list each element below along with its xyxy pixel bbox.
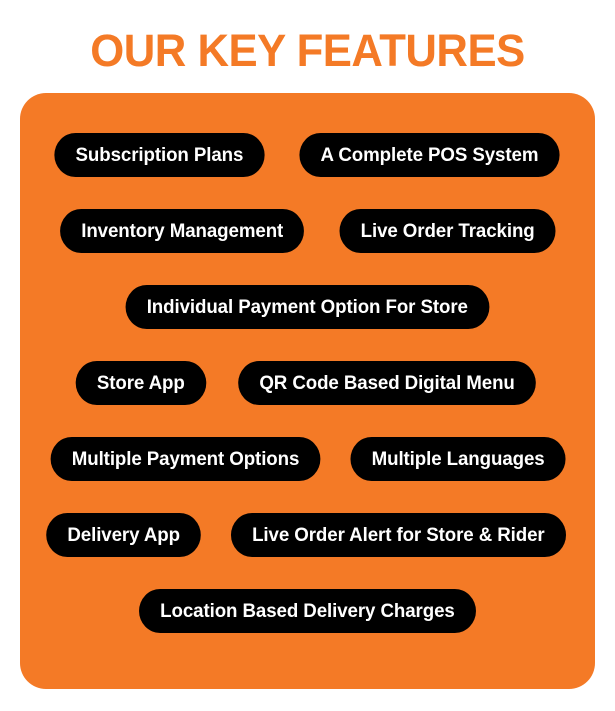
features-panel: Subscription Plans A Complete POS System… <box>20 93 595 689</box>
feature-pill-location-based-delivery-charges[interactable]: Location Based Delivery Charges <box>139 589 476 633</box>
features-row-6: Delivery App Live Order Alert for Store … <box>20 513 595 557</box>
feature-pill-qr-code-based-digital-menu[interactable]: QR Code Based Digital Menu <box>238 361 537 405</box>
features-row-1: Subscription Plans A Complete POS System <box>20 133 595 177</box>
features-row-4: Store App QR Code Based Digital Menu <box>20 361 595 405</box>
page-title: OUR KEY FEATURES <box>90 25 525 76</box>
key-features-graphic: OUR KEY FEATURES Subscription Plans A Co… <box>0 0 615 711</box>
feature-pill-delivery-app[interactable]: Delivery App <box>45 513 201 557</box>
feature-pill-store-app[interactable]: Store App <box>75 361 206 405</box>
features-row-7: Location Based Delivery Charges <box>20 589 595 633</box>
feature-pill-multiple-payment-options[interactable]: Multiple Payment Options <box>50 437 321 481</box>
feature-pill-live-order-alert-for-store-and-rider[interactable]: Live Order Alert for Store & Rider <box>230 513 566 557</box>
features-row-2: Inventory Management Live Order Tracking <box>20 209 595 253</box>
features-row-3: Individual Payment Option For Store <box>20 285 595 329</box>
feature-pill-subscription-plans[interactable]: Subscription Plans <box>54 133 265 177</box>
feature-pill-a-complete-pos-system[interactable]: A Complete POS System <box>299 133 560 177</box>
feature-pill-individual-payment-option-for-store[interactable]: Individual Payment Option For Store <box>125 285 490 329</box>
feature-pill-inventory-management[interactable]: Inventory Management <box>59 209 304 253</box>
feature-pill-multiple-languages[interactable]: Multiple Languages <box>350 437 566 481</box>
feature-pill-live-order-tracking[interactable]: Live Order Tracking <box>339 209 556 253</box>
features-row-5: Multiple Payment Options Multiple Langua… <box>20 437 595 481</box>
